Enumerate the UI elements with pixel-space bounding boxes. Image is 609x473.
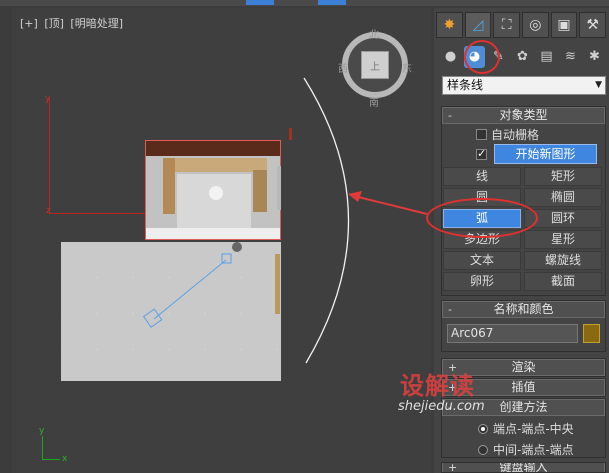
world-axis-x <box>42 459 60 460</box>
cameras-icon[interactable]: ✿ <box>512 46 533 68</box>
create-tab-icon[interactable]: ✸ <box>436 12 463 38</box>
dropdown-value: 样条线 <box>447 78 484 92</box>
keyboard-entry-rollout: + 键盘输入 <box>441 462 606 473</box>
radio-end-end-middle[interactable] <box>478 424 488 434</box>
light-icon <box>232 242 242 252</box>
object-color-swatch[interactable] <box>583 324 600 343</box>
annotation-arrow <box>353 195 428 215</box>
annotation-circle <box>464 40 500 74</box>
shape-category-dropdown[interactable]: 样条线 ▼ <box>442 76 606 95</box>
geometry-sphere-icon[interactable]: ● <box>440 46 461 68</box>
watermark-url: shejiedu.com <box>398 399 485 414</box>
collapse-icon: - <box>448 303 452 316</box>
start-new-shape-button[interactable]: 开始新图形 <box>494 144 597 164</box>
text-button[interactable]: 文本 <box>443 251 521 270</box>
utilities-tab-icon[interactable]: ⚒ <box>579 12 607 38</box>
name-color-header[interactable]: - 名称和颜色 <box>442 301 605 318</box>
start-new-shape-checkbox[interactable] <box>476 147 487 160</box>
object-type-header[interactable]: - 对象类型 <box>442 107 605 124</box>
name-color-title: 名称和颜色 <box>493 302 554 316</box>
toolbar-highlight[interactable] <box>318 0 346 5</box>
top-toolbar-strip <box>0 0 609 6</box>
viewport-overlay <box>142 77 428 364</box>
section-button[interactable]: 截面 <box>524 272 602 291</box>
world-axis-label-x: x <box>62 454 68 464</box>
watermark-logo: 设解读 <box>400 372 475 400</box>
chevron-down-icon: ▼ <box>595 80 602 90</box>
helix-button[interactable]: 螺旋线 <box>524 251 602 270</box>
object-type-title: 对象类型 <box>499 108 548 122</box>
egg-button[interactable]: 卵形 <box>443 272 521 291</box>
camera-icon <box>142 308 163 328</box>
keyboard-entry-title: 键盘输入 <box>499 462 548 473</box>
collapse-icon: - <box>448 109 452 122</box>
modify-tab-icon[interactable]: ◿ <box>464 12 492 38</box>
creation-option-end-end-middle[interactable]: 端点-端点-中央 <box>478 420 574 437</box>
expand-icon: + <box>448 462 458 473</box>
radio-center-end-end[interactable] <box>478 445 488 455</box>
creation-method-title: 创建方法 <box>499 400 548 414</box>
rendering-title: 渲染 <box>511 360 536 374</box>
systems-icon[interactable]: ✱ <box>584 46 605 68</box>
camera-target-line <box>153 259 227 320</box>
top-viewport[interactable]: [+] [顶] [明暗处理] 上 北 南 西 东 y z y x <box>12 8 431 473</box>
display-tab-icon[interactable]: ▣ <box>550 12 578 38</box>
creation-option-center-end-end[interactable]: 中间-端点-端点 <box>478 441 574 458</box>
command-panel-tabs: ✸ ◿ ⛶ ◎ ▣ ⚒ <box>436 12 608 38</box>
world-axis-y <box>42 436 43 460</box>
auto-grid-row[interactable]: 自动栅格 <box>476 126 539 143</box>
option-label: 中间-端点-端点 <box>493 443 574 457</box>
annotation-arrowhead <box>348 191 362 202</box>
auto-grid-label: 自动栅格 <box>491 128 540 142</box>
hierarchy-tab-icon[interactable]: ⛶ <box>493 12 521 38</box>
auto-grid-checkbox[interactable] <box>476 129 487 140</box>
option-label: 端点-端点-中央 <box>493 422 574 436</box>
annotation-oval <box>426 198 538 238</box>
object-name-field[interactable]: Arc067 <box>447 324 578 343</box>
star-button[interactable]: 星形 <box>524 230 602 249</box>
toolbar-highlight[interactable] <box>246 0 274 5</box>
start-new-shape-checkbox-row[interactable] <box>476 147 491 162</box>
world-axis-label-y: y <box>39 426 45 436</box>
arc-shape <box>303 77 350 364</box>
motion-tab-icon[interactable]: ◎ <box>522 12 549 38</box>
spacewarps-icon[interactable]: ≋ <box>560 46 581 68</box>
line-button[interactable]: 线 <box>443 167 521 186</box>
keyboard-entry-header[interactable]: + 键盘输入 <box>442 462 605 473</box>
rectangle-button[interactable]: 矩形 <box>524 167 602 186</box>
interpolation-title: 插值 <box>511 380 536 394</box>
helpers-icon[interactable]: ▤ <box>536 46 557 68</box>
ellipse-button[interactable]: 椭圆 <box>524 188 602 207</box>
